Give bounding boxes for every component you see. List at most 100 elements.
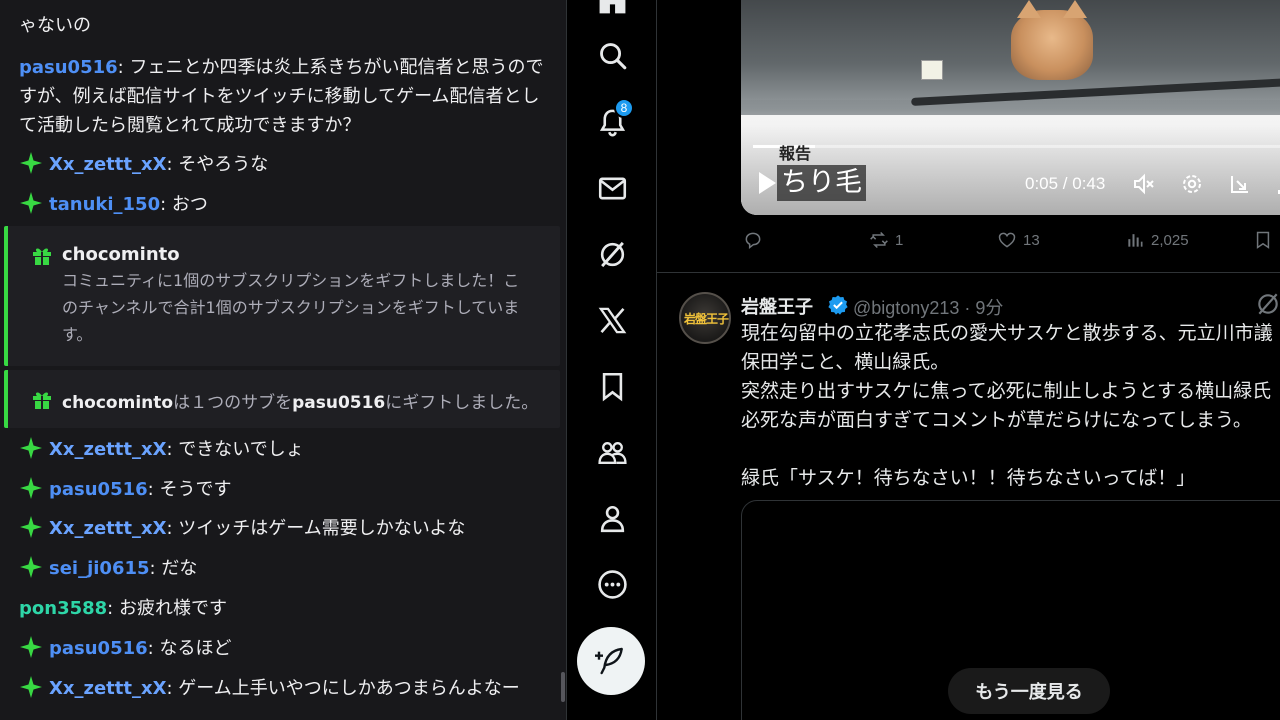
tweet-author-name[interactable]: 岩盤王子 (741, 293, 813, 319)
chat-message: tanuki_150: おつ (19, 190, 549, 219)
bookmark-button[interactable] (1253, 230, 1279, 250)
gift-username[interactable]: chocominto (62, 393, 173, 413)
cat-image (1011, 0, 1093, 80)
chat-username[interactable]: Xx_zettt_xX (49, 678, 166, 699)
nav-bookmarks[interactable] (590, 364, 634, 408)
search-icon (599, 42, 626, 69)
chat-text: なるほど (159, 638, 232, 659)
video-time: 0:05 / 0:43 (1025, 174, 1106, 193)
like-icon (998, 232, 1016, 248)
chat-message-partial: ゃないの (19, 15, 91, 36)
chat-message: sei_ji0615: だな (19, 554, 549, 583)
tweet[interactable]: 岩盤王子 岩盤王子 @bigtony213 · 9分 現在勾留中の立花孝志氏の愛… (657, 273, 1280, 720)
nav-messages[interactable] (590, 166, 634, 210)
chat-username[interactable]: Xx_zettt_xX (49, 518, 166, 539)
gift-icon (33, 248, 51, 265)
video-report-label: 報告 (779, 144, 812, 163)
chat-scrollbar[interactable] (561, 672, 565, 702)
video-player[interactable]: 報告 ちり毛 0:05 / 0:43 (741, 0, 1280, 215)
gift-sub-notice: chocomintoは１つのサブをpasu0516にギフトしました。 (4, 370, 560, 428)
gift-line: chocomintoは１つのサブをpasu0516にギフトしました。 (62, 393, 539, 413)
chat-text: だな (161, 558, 198, 579)
messages-icon (598, 177, 626, 199)
video-caption: ちり毛 (777, 165, 866, 201)
nav-profile[interactable] (590, 496, 634, 540)
compose-icon (595, 647, 623, 675)
gift-sub-notice: chocominto コミュニティに1個のサブスクリプションをギフトしました！こ… (4, 226, 560, 366)
pip-icon[interactable] (1228, 172, 1252, 196)
chat-username[interactable]: sei_ji0615 (49, 558, 150, 579)
home-icon (599, 0, 625, 13)
bookmarks-icon (602, 372, 622, 401)
tweet-handle-time[interactable]: @bigtony213 · 9分 (853, 294, 1003, 320)
gift-username[interactable]: chocominto (62, 244, 180, 265)
sparkle-badge-icon (20, 676, 42, 698)
sparkle-badge-icon (20, 516, 42, 538)
more-icon (597, 569, 627, 599)
chat-username[interactable]: Xx_zettt_xX (49, 439, 166, 460)
sparkle-badge-icon (20, 477, 42, 499)
sparkle-badge-icon (20, 437, 42, 459)
repost-button[interactable]: 1 (869, 230, 903, 250)
profile-icon (600, 505, 624, 532)
chat-text: そうです (159, 479, 232, 500)
chat-text: できないでしょ (178, 439, 304, 460)
fullscreen-icon[interactable] (1276, 172, 1280, 196)
sparkle-badge-icon (20, 556, 42, 578)
grok-icon (600, 241, 624, 267)
tweet-actions: 1 13 2,025 (741, 230, 1280, 260)
sparkle-badge-icon (20, 152, 42, 174)
chat-panel: ゃないの pasu0516: フェニとか四季は炎上系きちがい配信者と思うのですが… (0, 0, 566, 720)
tweet-text: 現在勾留中の立花孝志氏の愛犬サスケと散歩する、元立川市議 保田学こと、横山緑氏。… (741, 322, 1273, 489)
reply-icon (745, 232, 761, 250)
chat-message: Xx_zettt_xX: できないでしょ (19, 435, 549, 464)
chat-message: pon3588: お疲れ様です (19, 598, 227, 619)
chat-username[interactable]: pon3588 (19, 598, 107, 619)
views-icon (1128, 234, 1143, 247)
x-nav-rail: 8 (566, 0, 656, 720)
chat-username[interactable]: Xx_zettt_xX (49, 154, 166, 175)
nav-grok[interactable] (590, 232, 634, 276)
chat-username[interactable]: pasu0516 (49, 638, 148, 659)
settings-icon[interactable] (1180, 172, 1204, 196)
views-button[interactable]: 2,025 (1125, 230, 1189, 250)
nav-search[interactable] (590, 33, 634, 77)
sparkle-badge-icon (20, 192, 42, 214)
chat-message: Xx_zettt_xX: そやろうな (19, 150, 549, 179)
nav-communities[interactable] (590, 430, 634, 474)
communities-icon (597, 441, 627, 464)
notification-count-badge: 8 (614, 98, 634, 118)
verified-badge-icon (828, 295, 848, 315)
nav-home[interactable] (590, 0, 634, 22)
chat-message: Xx_zettt_xX: ツイッチはゲーム需要しかないよな (19, 514, 549, 543)
chat-text: そやろうな (178, 154, 269, 175)
chat-username[interactable]: pasu0516 (19, 57, 118, 78)
reply-button[interactable] (743, 230, 769, 250)
nav-more[interactable] (590, 562, 634, 606)
nav-notifications[interactable]: 8 (590, 98, 634, 144)
bookmark-icon (1256, 231, 1270, 249)
video-progress-bar[interactable] (753, 145, 1280, 148)
chat-text: ツイッチはゲーム需要しかないよな (178, 518, 466, 539)
chat-username[interactable]: pasu0516 (49, 479, 148, 500)
play-icon[interactable] (759, 172, 776, 194)
repost-icon (870, 231, 888, 249)
gift-recipient[interactable]: pasu0516 (292, 393, 385, 413)
gift-text: コミュニティに1個のサブスクリプションをギフトしました！このチャンネルで合計1個… (62, 271, 520, 344)
replay-button[interactable]: もう一度見る (948, 668, 1110, 714)
avatar[interactable]: 岩盤王子 (679, 292, 731, 344)
chat-text: ゲーム上手いやつにしかあつまらんよなー (178, 678, 520, 699)
chat-message: pasu0516: なるほど (19, 634, 549, 663)
chat-text: お疲れ様です (118, 598, 227, 619)
x-premium-icon (598, 307, 626, 333)
sparkle-badge-icon (20, 636, 42, 658)
like-button[interactable]: 13 (997, 230, 1040, 250)
compose-button[interactable] (577, 627, 645, 695)
nav-x-premium[interactable] (590, 298, 634, 342)
mute-icon[interactable] (1132, 172, 1156, 196)
chat-username[interactable]: tanuki_150 (49, 194, 160, 215)
chat-message: Xx_zettt_xX: ゲーム上手いやつにしかあつまらんよなー (19, 674, 549, 703)
grok-icon[interactable] (1255, 291, 1280, 317)
chat-text: おつ (171, 194, 208, 215)
gift-icon (33, 392, 51, 409)
